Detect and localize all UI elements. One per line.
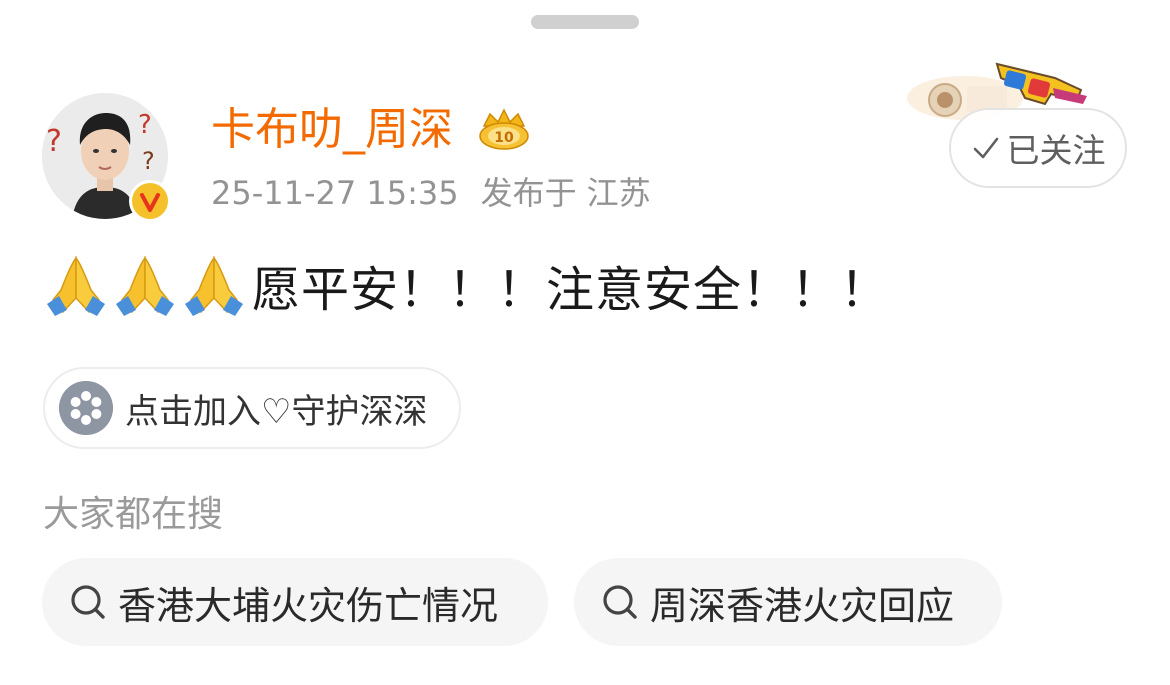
folded-hands-icon (116, 255, 174, 316)
search-icon (603, 585, 637, 619)
svg-text:?: ? (138, 110, 152, 140)
svg-text:?: ? (46, 124, 62, 159)
join-fan-group-chip[interactable]: 点击加入♡守护深深 (43, 367, 462, 449)
trending-search-label: 香港大埔火灾伤亡情况 (118, 583, 499, 628)
folded-hands-icon (47, 255, 105, 316)
trending-search-item[interactable]: 香港大埔火灾伤亡情况 (42, 558, 548, 646)
trending-search-item[interactable]: 周深香港火灾回应 (574, 558, 1002, 646)
join-fan-group-label: 点击加入♡守护深深 (125, 391, 428, 432)
post-location: 江苏 (586, 174, 651, 212)
verified-badge-icon (129, 180, 171, 222)
post-meta: 25-11-27 15:35 发布于 江苏 (211, 172, 651, 214)
crown-level-badge-icon: 10 (479, 108, 529, 150)
svg-text:10: 10 (494, 130, 514, 146)
svg-text:?: ? (142, 147, 155, 175)
post-date: 25-11-27 15:35 (211, 174, 459, 212)
post-content: 愿平安！！！注意安全！！！ (43, 252, 889, 318)
follow-label: 已关注 (1006, 131, 1106, 170)
folded-hands-icon (185, 255, 243, 316)
trending-search-label: 周深香港火灾回应 (650, 583, 955, 628)
search-icon (71, 585, 105, 619)
author-name[interactable]: 卡布叻_周深 (211, 103, 453, 157)
location-prefix: 发布于 (480, 174, 577, 212)
trending-title: 大家都在搜 (43, 494, 224, 535)
check-icon (973, 137, 998, 159)
flower-icon (59, 381, 113, 435)
post-text: 愿平安！！！注意安全！！！ (252, 262, 890, 318)
post-sheet: ? ? ? 卡布叻_周深 10 25-11-27 15:35 发布于 江苏 已关… (0, 0, 1170, 685)
drag-handle[interactable] (531, 15, 639, 29)
follow-button[interactable]: 已关注 (949, 108, 1127, 188)
